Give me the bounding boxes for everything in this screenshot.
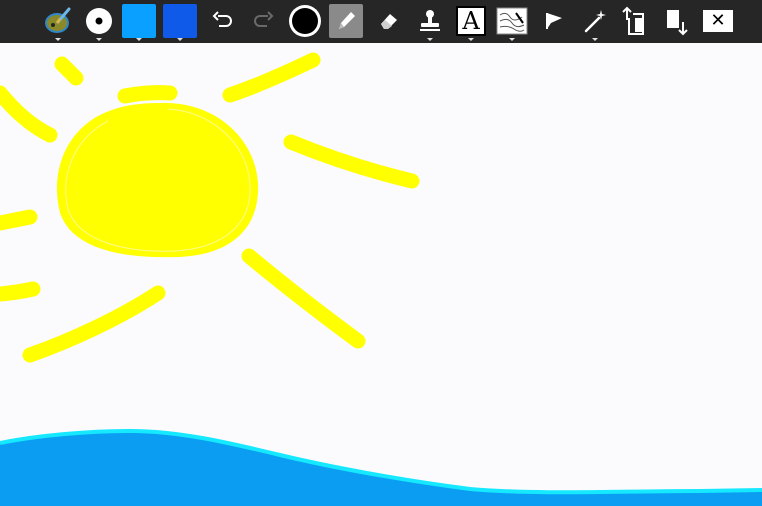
undo-button[interactable] [206, 4, 240, 38]
sun-ray [283, 134, 420, 189]
text-button[interactable]: A [454, 4, 488, 41]
close-button[interactable]: ✕ [701, 4, 735, 38]
redo-icon [254, 11, 274, 27]
background-icon [496, 7, 528, 35]
sea-drawing [0, 431, 762, 506]
eraser-icon [381, 14, 397, 29]
text-icon-glyph: A [462, 7, 480, 35]
primary-color-menu-caret[interactable] [136, 38, 142, 42]
magic-wand-icon [584, 10, 606, 33]
brush-size-button[interactable] [82, 4, 116, 41]
sun-ray [0, 209, 38, 231]
pencil-button[interactable] [329, 4, 363, 38]
magic-wand-menu-caret[interactable] [592, 38, 598, 42]
close-icon: ✕ [703, 10, 733, 32]
palette-menu-caret[interactable] [55, 38, 61, 42]
sun-ray [0, 281, 41, 302]
sun-ray [117, 85, 178, 104]
download-button[interactable] [659, 4, 693, 38]
stamp-button[interactable] [413, 4, 447, 41]
drawing-canvas[interactable] [0, 43, 762, 506]
brush-size-menu-caret[interactable] [96, 38, 102, 42]
brush-color-button[interactable] [288, 4, 322, 38]
secondary-color-swatch [163, 4, 197, 38]
color-circle-icon [289, 5, 321, 37]
stamp-icon [420, 10, 440, 31]
fill-bucket-icon [546, 13, 562, 29]
pencil-icon [339, 12, 355, 29]
toolbar: A ✕ [0, 0, 762, 43]
magic-wand-button[interactable] [578, 4, 612, 41]
sun-ray [22, 285, 166, 363]
sun-ray [0, 85, 58, 143]
undo-icon [212, 11, 232, 27]
upload-button[interactable] [617, 4, 651, 38]
redo-button[interactable] [246, 4, 280, 38]
background-button[interactable] [495, 4, 529, 41]
upload-icon [622, 6, 644, 35]
sun-ray [241, 248, 366, 349]
primary-color-button[interactable] [122, 4, 156, 41]
secondary-color-button[interactable] [163, 4, 197, 41]
brush-size-icon [86, 8, 112, 34]
stamp-menu-caret[interactable] [427, 38, 433, 42]
sun-ray [222, 52, 321, 103]
close-icon-glyph: ✕ [710, 10, 726, 31]
eraser-button[interactable] [372, 4, 406, 38]
secondary-color-menu-caret[interactable] [177, 38, 183, 42]
primary-color-swatch [122, 4, 156, 38]
download-icon [667, 10, 688, 36]
text-icon: A [456, 6, 486, 36]
sun-ray [54, 56, 84, 86]
drawing-layer [0, 52, 762, 506]
text-menu-caret[interactable] [468, 38, 474, 42]
palette-button[interactable] [41, 4, 75, 41]
background-menu-caret[interactable] [509, 38, 515, 42]
palette-icon [45, 7, 71, 33]
fill-button[interactable] [537, 4, 571, 38]
